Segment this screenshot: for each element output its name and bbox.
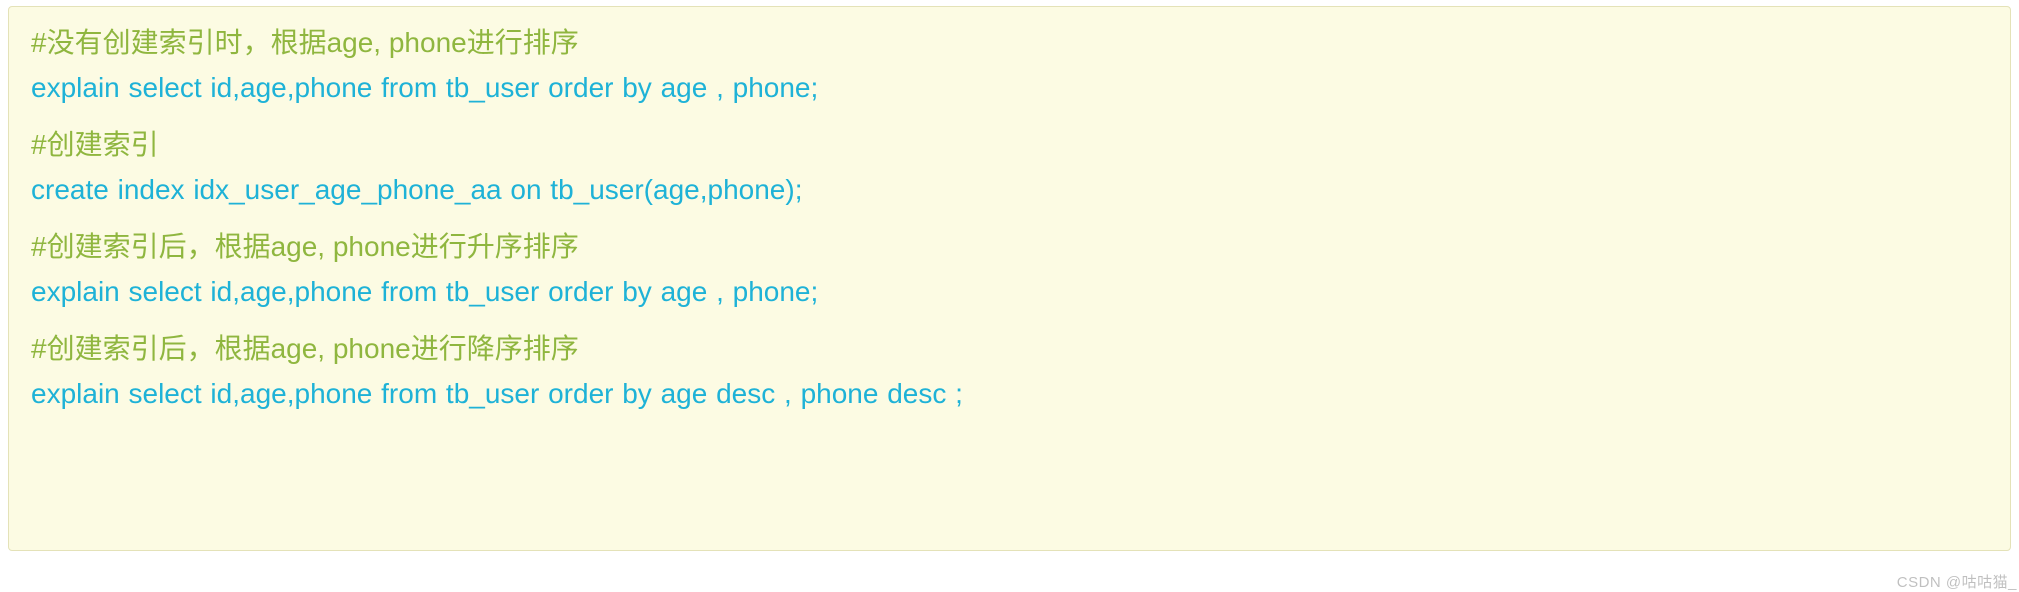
sql-comment: #没有创建索引时，根据age, phone进行排序 [31, 25, 1988, 60]
sql-comment: #创建索引后，根据age, phone进行降序排序 [31, 331, 1988, 366]
sql-statement: explain select id,age,phone from tb_user… [31, 70, 1988, 105]
sql-statement: create index idx_user_age_phone_aa on tb… [31, 172, 1988, 207]
watermark-text: CSDN @咕咕猫_ [1897, 571, 2017, 592]
code-block: #没有创建索引时，根据age, phone进行排序 explain select… [8, 6, 2011, 551]
sql-comment: #创建索引后，根据age, phone进行升序排序 [31, 229, 1988, 264]
sql-comment: #创建索引 [31, 127, 1988, 162]
sql-statement: explain select id,age,phone from tb_user… [31, 376, 1988, 411]
sql-statement: explain select id,age,phone from tb_user… [31, 274, 1988, 309]
